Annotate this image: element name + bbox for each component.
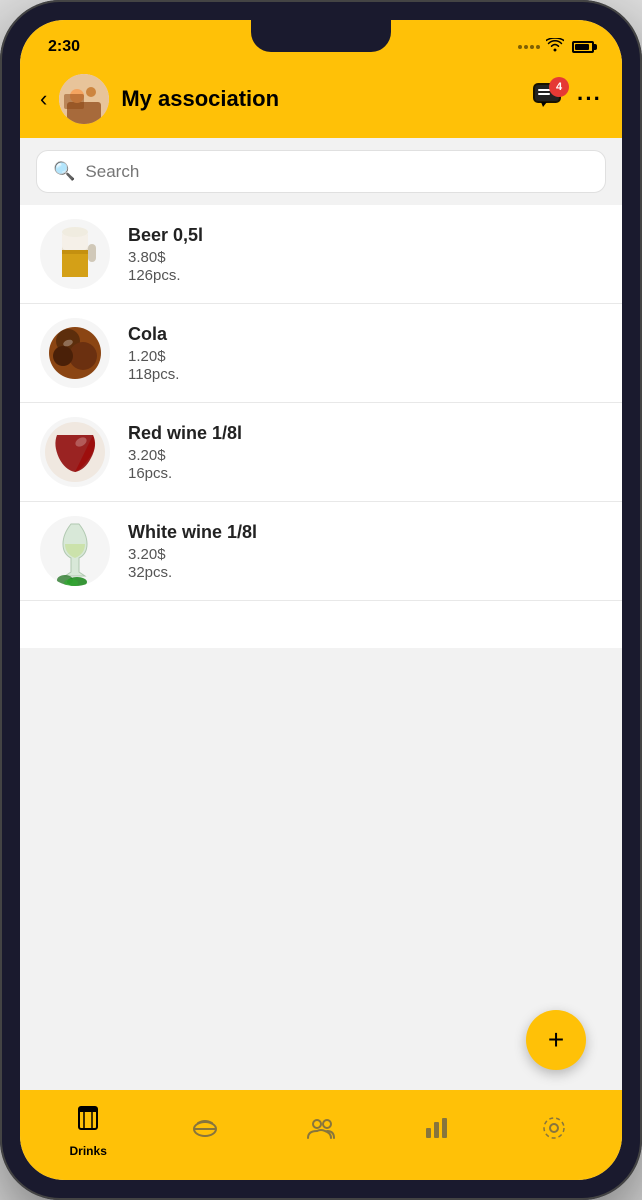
search-bar[interactable]: 🔍 xyxy=(36,150,606,193)
product-list: Beer 0,5l 3.80$ 126pcs. C xyxy=(20,205,622,648)
product-price-red-wine: 3.20$ xyxy=(128,447,602,464)
stats-icon xyxy=(424,1116,450,1147)
product-item-beer[interactable]: Beer 0,5l 3.80$ 126pcs. xyxy=(20,205,622,304)
product-info-white-wine: White wine 1/8l 3.20$ 32pcs. xyxy=(128,522,602,581)
product-image-cola xyxy=(40,318,110,388)
chat-badge: 4 xyxy=(549,77,569,97)
product-price-beer: 3.80$ xyxy=(128,249,602,266)
header: ‹ My association xyxy=(20,66,622,138)
product-item-red-wine[interactable]: Red wine 1/8l 3.20$ 16pcs. xyxy=(20,403,622,502)
status-time: 2:30 xyxy=(48,38,80,56)
header-actions: 4 ··· xyxy=(533,83,602,116)
back-button[interactable]: ‹ xyxy=(40,86,47,112)
drinks-icon xyxy=(75,1105,101,1140)
product-image-beer xyxy=(40,219,110,289)
notch xyxy=(251,20,391,52)
nav-item-settings[interactable] xyxy=(496,1115,612,1148)
wifi-icon xyxy=(546,38,564,57)
product-name-white-wine: White wine 1/8l xyxy=(128,522,602,543)
product-info-beer: Beer 0,5l 3.80$ 126pcs. xyxy=(128,225,602,284)
members-icon xyxy=(307,1117,335,1146)
product-image-white-wine xyxy=(40,516,110,586)
nav-item-members[interactable] xyxy=(263,1117,379,1146)
search-container: 🔍 xyxy=(20,138,622,205)
phone-frame: 2:30 ‹ xyxy=(0,0,642,1200)
product-price-cola: 1.20$ xyxy=(128,348,602,365)
food-icon xyxy=(192,1115,218,1148)
product-info-cola: Cola 1.20$ 118pcs. xyxy=(128,324,602,383)
product-price-white-wine: 3.20$ xyxy=(128,546,602,563)
battery-icon xyxy=(572,41,594,53)
phone-screen: 2:30 ‹ xyxy=(20,20,622,1180)
nav-item-food[interactable] xyxy=(146,1115,262,1148)
product-name-cola: Cola xyxy=(128,324,602,345)
search-input[interactable] xyxy=(85,162,589,182)
product-name-red-wine: Red wine 1/8l xyxy=(128,423,602,444)
product-image-red-wine xyxy=(40,417,110,487)
bottom-nav: Drinks xyxy=(20,1090,622,1180)
avatar-image xyxy=(59,74,109,124)
chat-button[interactable]: 4 xyxy=(533,83,561,116)
nav-item-stats[interactable] xyxy=(379,1116,495,1147)
settings-icon xyxy=(541,1115,567,1148)
search-icon: 🔍 xyxy=(53,161,75,182)
nav-label-drinks: Drinks xyxy=(70,1144,107,1158)
product-item-white-wine[interactable]: White wine 1/8l 3.20$ 32pcs. xyxy=(20,502,622,601)
product-qty-white-wine: 32pcs. xyxy=(128,564,602,581)
more-button[interactable]: ··· xyxy=(577,86,602,112)
fab-container: + xyxy=(526,1010,586,1070)
status-icons xyxy=(518,38,594,57)
product-qty-cola: 118pcs. xyxy=(128,366,602,383)
avatar xyxy=(59,74,109,124)
signal-icon xyxy=(518,45,540,49)
product-info-red-wine: Red wine 1/8l 3.20$ 16pcs. xyxy=(128,423,602,482)
product-item-cola[interactable]: Cola 1.20$ 118pcs. xyxy=(20,304,622,403)
nav-item-drinks[interactable]: Drinks xyxy=(30,1105,146,1158)
add-button[interactable]: + xyxy=(526,1010,586,1070)
product-qty-beer: 126pcs. xyxy=(128,267,602,284)
page-title: My association xyxy=(121,86,521,112)
product-qty-red-wine: 16pcs. xyxy=(128,465,602,482)
product-name-beer: Beer 0,5l xyxy=(128,225,602,246)
